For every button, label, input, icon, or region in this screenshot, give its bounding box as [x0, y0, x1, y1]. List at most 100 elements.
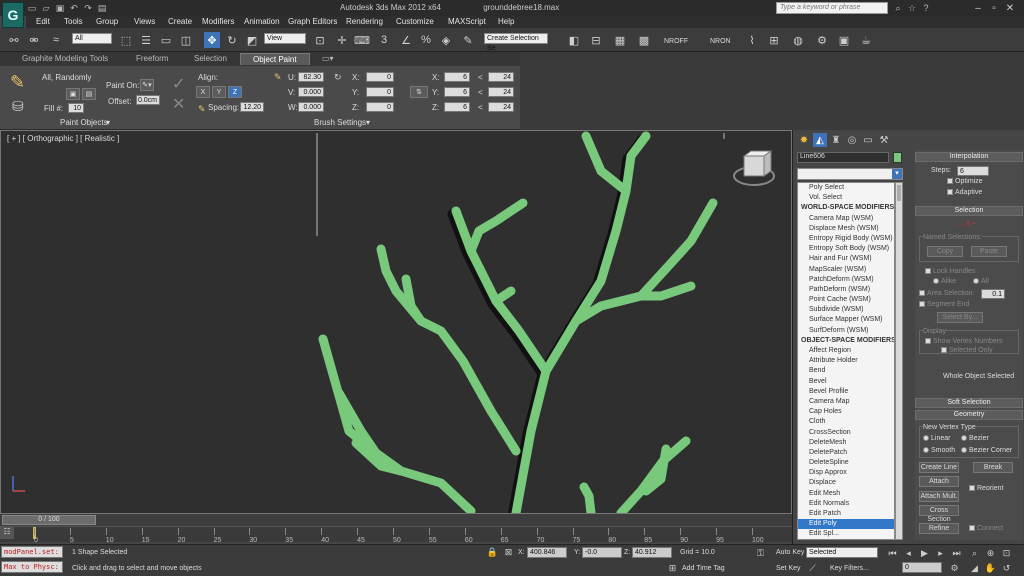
percent-snap-icon[interactable]: % — [418, 32, 434, 48]
modifier-list-item[interactable]: Point Cache (WSM) — [798, 295, 894, 305]
search-icon[interactable]: ⌕ — [892, 2, 904, 14]
hierarchy-tab-icon[interactable]: ♜ — [829, 133, 843, 147]
ribbon-toggle-icon[interactable]: ▭▾ — [322, 54, 334, 63]
area-selection-checkbox[interactable]: Area Selection: — [919, 290, 974, 297]
connect-checkbox[interactable]: Connect — [969, 525, 1003, 532]
show-vertex-numbers-checkbox[interactable]: Show Vertex Numbers — [925, 338, 1003, 345]
modifier-list-item[interactable]: MapScaler (WSM) — [798, 265, 894, 275]
alike-radio-dot[interactable] — [933, 278, 939, 285]
create-line-button[interactable]: Create Line — [919, 462, 959, 473]
modifier-list-item[interactable]: Edit Patch — [798, 509, 894, 519]
menu-help[interactable]: Help — [498, 17, 514, 26]
brush-settings-panel-label[interactable]: Brush Settings — [314, 118, 366, 127]
paste-button[interactable]: Paste — [971, 246, 1007, 257]
curve-editor-icon[interactable]: ⌇ — [744, 32, 760, 48]
modifier-list-item[interactable]: Subdivide (WSM) — [798, 305, 894, 315]
reference-coordinate-dropdown[interactable]: View — [264, 33, 306, 44]
attach-mult-button[interactable]: Attach Mult. — [919, 491, 959, 502]
area-selection-input[interactable]: 0.1 — [981, 289, 1005, 299]
selection-filter-dropdown[interactable]: All — [72, 33, 112, 44]
axis-z-button[interactable]: Z — [228, 86, 242, 98]
modifier-list-item[interactable]: Displace Mesh (WSM) — [798, 224, 894, 234]
all-radio-dot[interactable] — [973, 278, 979, 285]
viewcube[interactable] — [733, 150, 775, 186]
subobject-icons[interactable]: ·∴· /\ ~ — [955, 220, 976, 228]
nron-button[interactable]: NRON — [710, 38, 731, 45]
scrollbar-thumb[interactable] — [897, 185, 901, 201]
field-of-view-icon[interactable]: ◢ — [968, 562, 981, 574]
max-x-input[interactable]: 24 — [488, 72, 514, 82]
rotate-y-input[interactable]: 0 — [366, 87, 394, 97]
modifier-list-item[interactable]: Camera Map — [798, 397, 894, 407]
modifier-list-item[interactable]: Edit Normals — [798, 499, 894, 509]
zoom-extents-icon[interactable]: ⊡ — [1000, 547, 1013, 559]
bezier-corner-radio[interactable]: Bezier Corner — [961, 447, 1012, 454]
align-dropdown[interactable]: Align: — [198, 73, 218, 82]
rotate-icon[interactable]: ↻ — [224, 32, 240, 48]
lock-icon[interactable]: 🔒 — [486, 546, 499, 558]
modifier-list-item[interactable]: Cap Holes — [798, 407, 894, 417]
y-coord-input[interactable]: -0.0 — [582, 547, 622, 558]
schematic-view-icon[interactable]: ⊞ — [766, 32, 782, 48]
modifier-list-item[interactable]: Edit Spl... — [798, 529, 894, 539]
prev-frame-icon[interactable]: ◂ — [902, 547, 915, 559]
window-crossing-icon[interactable]: ◫ — [178, 32, 194, 48]
modifier-list-item[interactable]: Bevel Profile — [798, 387, 894, 397]
zoom-icon[interactable]: ⌕ — [968, 547, 981, 559]
object-name-input[interactable]: Line606 — [797, 152, 889, 163]
z-coord-input[interactable]: 40.912 — [632, 547, 672, 558]
utilities-tab-icon[interactable]: ⚒ — [877, 133, 891, 147]
modifier-list-item[interactable]: Vol. Select — [798, 193, 894, 203]
viewcube-side[interactable] — [763, 150, 772, 177]
key-icon[interactable]: ⚿ — [754, 547, 767, 559]
max-z-input[interactable]: 24 — [488, 102, 514, 112]
time-tag-icon[interactable]: ⊞ — [666, 562, 679, 574]
menu-maxscript[interactable]: MAXScript — [448, 17, 486, 26]
nroff-button[interactable]: NROFF — [664, 38, 688, 45]
select-object-icon[interactable]: ⬚ — [118, 32, 134, 48]
current-frame-input[interactable]: 0 — [902, 562, 942, 573]
new-file-icon[interactable]: ▭ — [26, 2, 38, 14]
manipulate-icon[interactable]: ✛ — [334, 32, 350, 48]
geometry-rollout-header[interactable]: Geometry — [915, 410, 1023, 420]
menu-tools[interactable]: Tools — [64, 17, 83, 26]
key-filters-button[interactable]: Key Filters... — [830, 565, 869, 572]
bezier-corner-radio-dot[interactable] — [961, 447, 967, 454]
menu-views[interactable]: Views — [134, 17, 155, 26]
offset-input[interactable]: 0.0cm — [136, 95, 160, 105]
redo-icon[interactable]: ↷ — [82, 2, 94, 14]
interpolation-rollout-header[interactable]: Interpolation — [915, 152, 1023, 162]
maxscript-listener-line-1[interactable]: modPanel.set: — [1, 546, 63, 558]
copy-button[interactable]: Copy — [927, 246, 963, 257]
tab-graphite-modeling-tools[interactable]: Graphite Modeling Tools — [22, 54, 108, 63]
modifier-list-item[interactable]: PatchDeform (WSM) — [798, 275, 894, 285]
modifier-list-item[interactable]: Displace — [798, 478, 894, 488]
chevron-down-icon[interactable]: ▾ — [892, 169, 902, 179]
commit-icon[interactable]: ✓ — [172, 74, 185, 94]
goto-end-icon[interactable]: ⏭ — [950, 547, 963, 559]
modifier-list-item[interactable]: Edit Mesh — [798, 489, 894, 499]
time-slider-thumb[interactable]: 0 / 100 — [2, 515, 96, 525]
menu-graph-editors[interactable]: Graph Editors — [288, 17, 337, 26]
max-y-input[interactable]: 24 — [488, 87, 514, 97]
axis-y-button[interactable]: Y — [212, 86, 226, 98]
menu-edit[interactable]: Edit — [36, 17, 50, 26]
rendered-frame-icon[interactable]: ▣ — [836, 32, 852, 48]
angle-snap-icon[interactable]: ∠ — [398, 32, 414, 48]
auto-key-button[interactable]: Auto Key — [776, 549, 804, 556]
adaptive-check[interactable] — [947, 189, 953, 196]
track-bar[interactable]: ☷ 0 5 10 15 20 25 30 35 40 45 50 55 60 65 70 75 80 85 90 95… — [0, 526, 792, 544]
time-config-icon[interactable]: ⚙ — [948, 562, 961, 574]
align-icon[interactable]: ⊟ — [588, 32, 604, 48]
scale-icon[interactable]: ◩ — [244, 32, 260, 48]
paint-objects-panel-label[interactable]: Paint Objects — [60, 118, 108, 127]
modifier-list-item[interactable]: Disp Approx — [798, 468, 894, 478]
scale-z-input[interactable]: 6 — [444, 102, 470, 112]
lock-handles-check[interactable] — [925, 268, 931, 275]
modifier-list-item[interactable]: CrossSection — [798, 428, 894, 438]
edit-objects-button[interactable]: ▤ — [82, 88, 96, 100]
paint-bucket-icon[interactable]: ⛁ — [12, 98, 24, 115]
mini-curve-editor-icon[interactable]: ☷ — [0, 527, 14, 539]
tab-object-paint[interactable]: Object Paint — [240, 53, 310, 65]
bezier-radio-dot[interactable] — [961, 435, 967, 442]
